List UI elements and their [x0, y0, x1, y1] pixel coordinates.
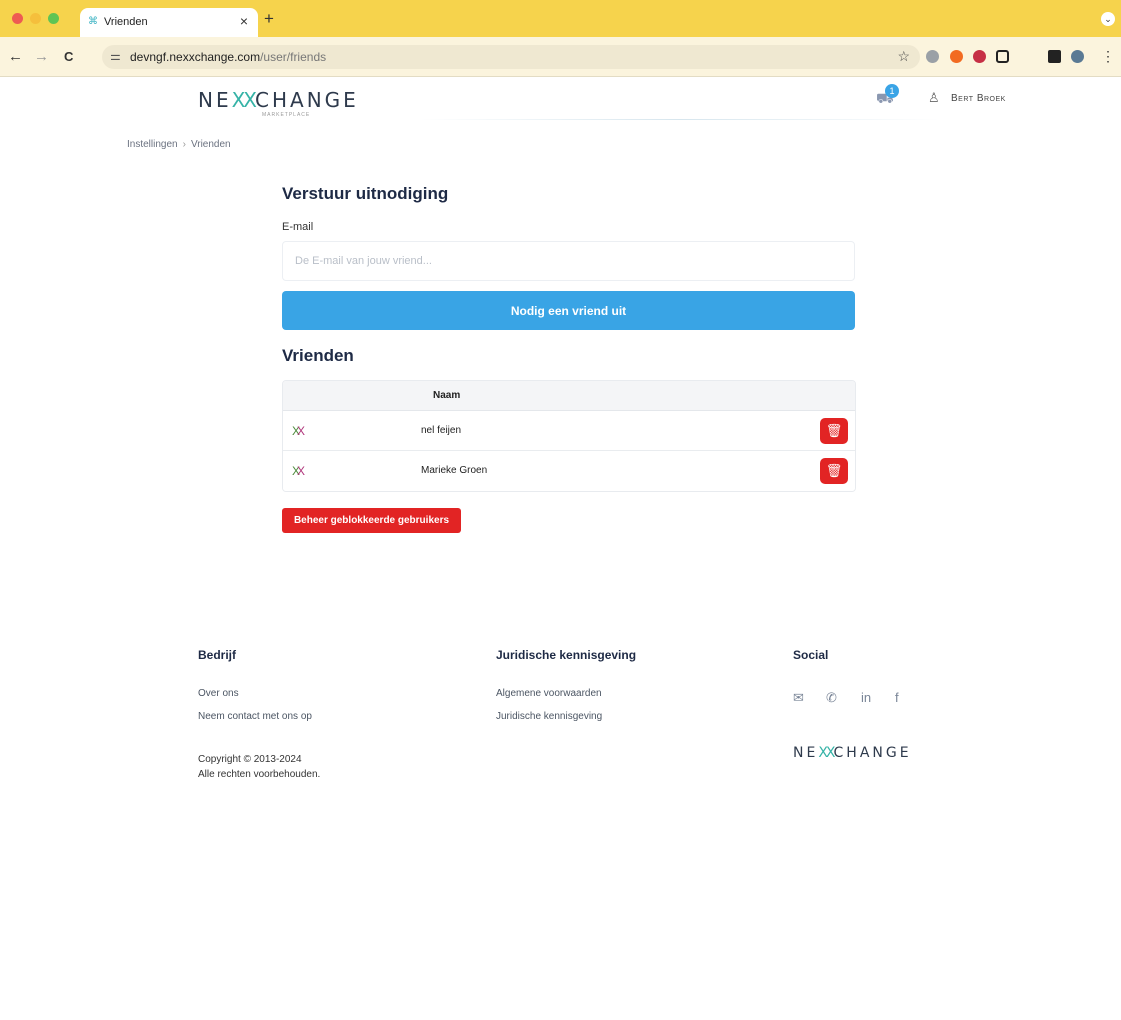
sidebar-toggle-icon[interactable] [1048, 50, 1061, 63]
invite-friend-button[interactable]: Nodig een vriend uit [282, 291, 855, 330]
cart-badge: 1 [885, 84, 899, 98]
column-header-name: Naam [433, 390, 461, 401]
email-field[interactable] [282, 241, 855, 281]
browser-menu-icon[interactable]: ⋮ [1101, 48, 1115, 65]
breadcrumb-current: Vrienden [190, 139, 231, 150]
address-bar: ← → C ⚌ devngf.nexxchange.com/user/frien… [0, 37, 1121, 77]
profile-avatar[interactable] [1071, 50, 1084, 63]
table-row: XX nel feijen 🗑 [283, 411, 855, 451]
email-label: E-mail [282, 221, 314, 233]
delete-friend-button[interactable]: 🗑 [820, 418, 848, 444]
facebook-icon[interactable]: f [895, 690, 899, 705]
extension-shield-icon[interactable] [926, 50, 939, 63]
tab-close-icon[interactable]: × [240, 13, 248, 29]
delete-friend-button[interactable]: 🗑 [820, 458, 848, 484]
extension-orange-icon[interactable] [950, 50, 963, 63]
invite-heading: Verstuur uitnodiging [282, 184, 449, 203]
copyright: Copyright © 2013-2024 Alle rechten voorb… [198, 754, 321, 780]
tab-search-button[interactable]: ⌄ [1101, 12, 1115, 26]
bookmark-star-icon[interactable]: ☆ [897, 48, 910, 65]
footer-legal-heading: Juridische kennisgeving [496, 648, 637, 662]
footer-link-about[interactable]: Over ons [198, 688, 239, 699]
reload-button[interactable]: C [64, 49, 73, 64]
close-window-button[interactable] [12, 13, 23, 24]
trash-icon: 🗑 [825, 463, 843, 478]
trash-icon: 🗑 [825, 423, 843, 438]
friends-table: Naam XX nel feijen 🗑 XX Marieke Groen 🗑 [282, 380, 856, 492]
minimize-window-button[interactable] [30, 13, 41, 24]
url-text: devngf.nexxchange.com/user/friends [130, 50, 327, 64]
linkedin-icon[interactable]: in [861, 690, 871, 705]
table-header: Naam [283, 381, 855, 411]
site-settings-icon[interactable]: ⚌ [110, 49, 121, 63]
forward-button[interactable]: → [34, 48, 49, 65]
url-field[interactable]: ⚌ devngf.nexxchange.com/user/friends ☆ [102, 45, 920, 69]
site-logo[interactable]: NEXXCHANGE [198, 88, 359, 112]
header-divider [420, 119, 940, 120]
footer-link-legal[interactable]: Juridische kennisgeving [496, 711, 602, 722]
avatar: XX [292, 424, 306, 438]
breadcrumb: Instellingen › Vrienden [127, 139, 231, 150]
logo-subtitle: MARKETPLACE [262, 112, 311, 118]
friend-name: Marieke Groen [421, 465, 488, 476]
table-row: XX Marieke Groen 🗑 [283, 451, 855, 491]
avatar: XX [292, 464, 306, 478]
extension-red-icon[interactable] [973, 50, 986, 63]
friends-heading: Vrienden [282, 346, 354, 365]
footer-link-terms[interactable]: Algemene voorwaarden [496, 688, 602, 699]
mail-icon[interactable]: ✉ [793, 690, 804, 706]
footer-logo: NEXXCHANGE [793, 745, 912, 761]
new-tab-button[interactable]: + [264, 9, 274, 29]
user-menu-name[interactable]: Bert Broek [951, 93, 1006, 104]
manage-blocked-users-button[interactable]: Beheer geblokkeerde gebruikers [282, 508, 461, 533]
extensions-puzzle-icon[interactable] [996, 50, 1009, 63]
breadcrumb-parent[interactable]: Instellingen [127, 139, 178, 150]
breadcrumb-separator: › [182, 139, 186, 150]
tab-title: Vrienden [104, 16, 148, 28]
friend-name: nel feijen [421, 425, 462, 436]
favicon-icon: ⌘ [88, 16, 98, 27]
browser-tab-bar: ⌘ Vrienden × + ⌄ [0, 0, 1121, 37]
footer-link-contact[interactable]: Neem contact met ons op [198, 711, 312, 722]
phone-icon[interactable]: ✆ [826, 690, 837, 706]
maximize-window-button[interactable] [48, 13, 59, 24]
user-icon[interactable]: ♙ [928, 90, 940, 106]
footer-social-heading: Social [793, 648, 829, 662]
browser-tab[interactable]: ⌘ Vrienden × [80, 8, 258, 37]
back-button[interactable]: ← [8, 48, 23, 65]
footer-company-heading: Bedrijf [198, 648, 237, 662]
